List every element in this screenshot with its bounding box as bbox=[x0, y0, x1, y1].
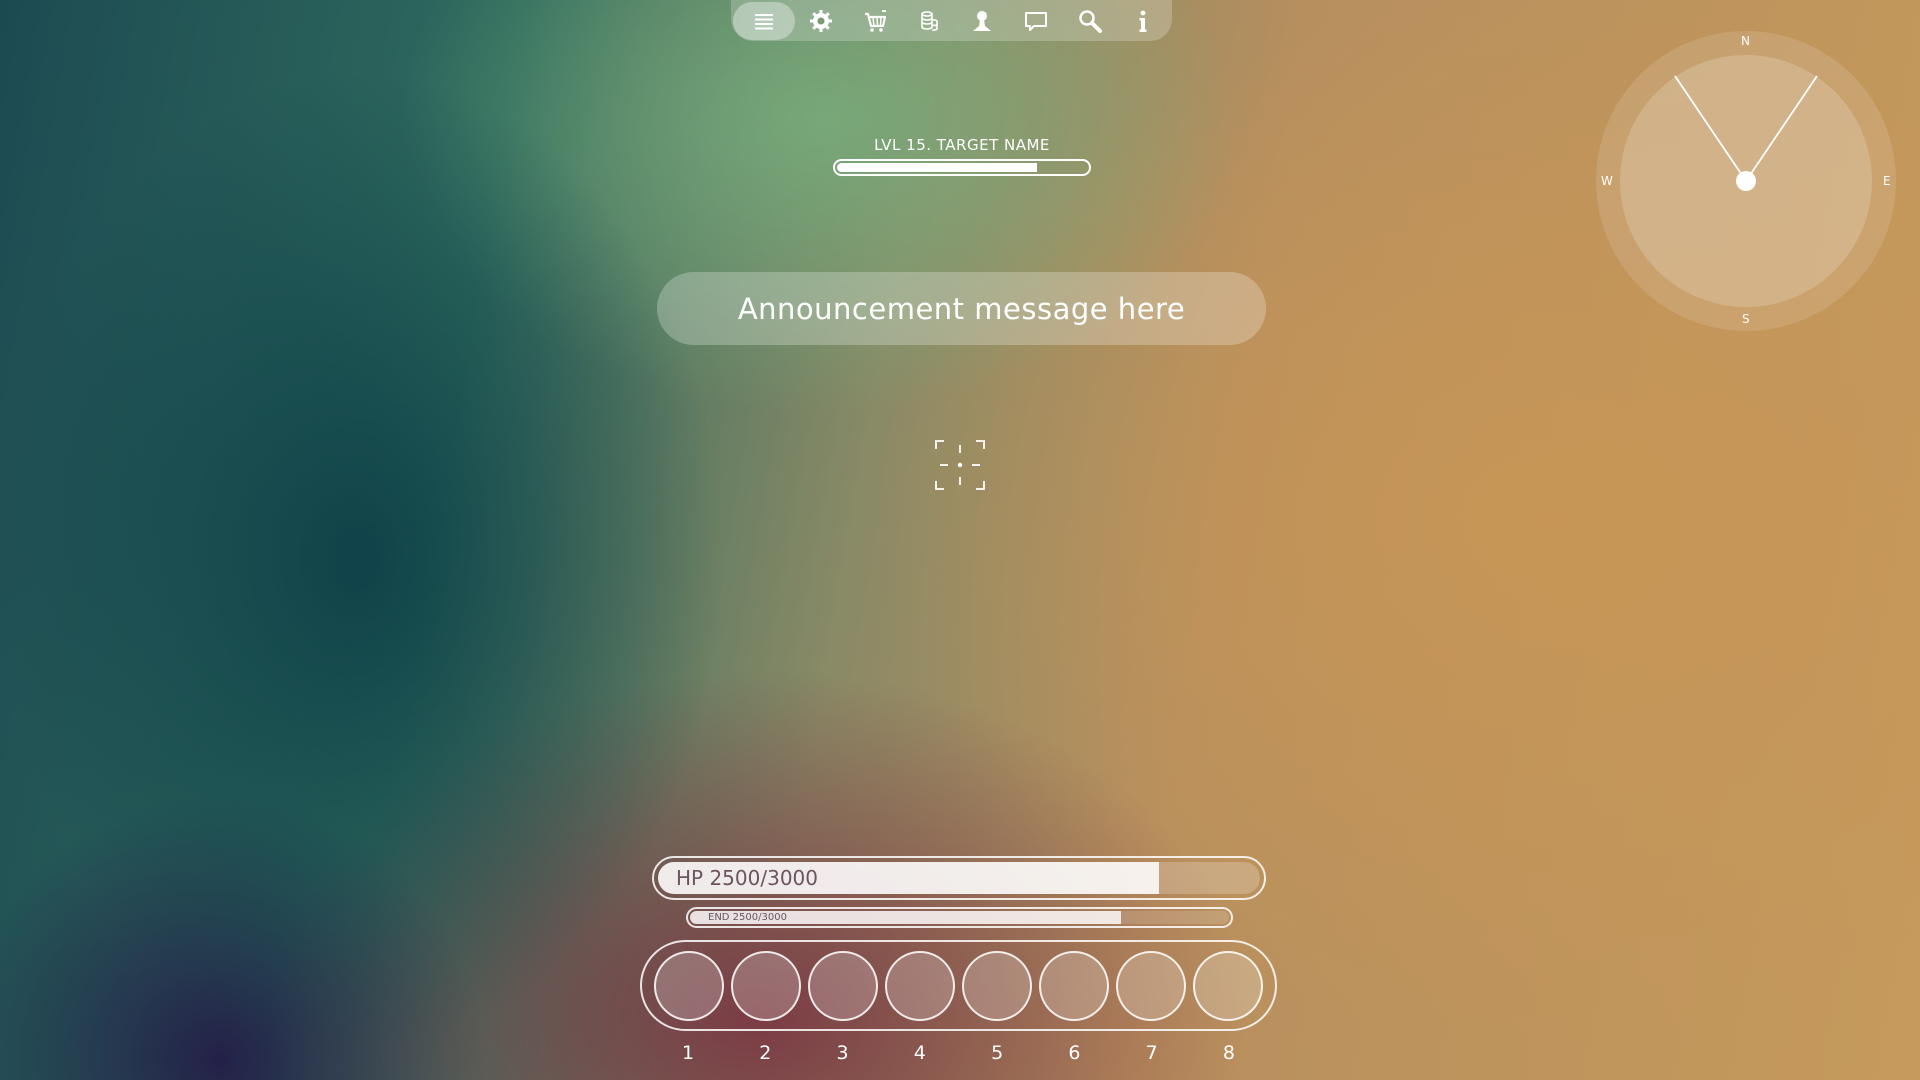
endurance-track: END 2500/3000 bbox=[690, 911, 1229, 924]
hotbar-slot-2[interactable] bbox=[731, 950, 801, 1021]
hp-label: HP 2500/3000 bbox=[676, 866, 818, 890]
game-scene: LVL 15. TARGET NAME Announcement message… bbox=[0, 0, 1920, 1080]
hotbar-key-label: 4 bbox=[913, 1042, 926, 1064]
hotbar-slot-3[interactable] bbox=[808, 950, 878, 1021]
gear-icon bbox=[810, 9, 833, 32]
hotbar-slot-4[interactable] bbox=[885, 950, 955, 1021]
cart-icon bbox=[865, 9, 887, 32]
hotbar-slot-8[interactable] bbox=[1193, 950, 1263, 1021]
announcement-banner: Announcement message here bbox=[657, 272, 1266, 345]
search-icon bbox=[1078, 9, 1102, 33]
coins-icon bbox=[920, 10, 938, 31]
search-button[interactable] bbox=[1063, 2, 1117, 40]
hotbar-key-label: 6 bbox=[1068, 1042, 1081, 1064]
hotbar-slot-1[interactable] bbox=[654, 950, 724, 1021]
target-health-fill bbox=[837, 163, 1037, 172]
target-name: LVL 15. TARGET NAME bbox=[874, 136, 1050, 154]
hotbar-key-label: 5 bbox=[991, 1042, 1004, 1064]
hotbar-key-label: 8 bbox=[1222, 1042, 1236, 1064]
target-health-bar bbox=[833, 159, 1091, 176]
hotbar-key-label: 7 bbox=[1145, 1042, 1158, 1064]
endurance-label: END 2500/3000 bbox=[708, 912, 787, 923]
compass-east-label: E bbox=[1883, 174, 1891, 188]
hotbar-key-label: 2 bbox=[759, 1042, 772, 1064]
hotbar-slot-7[interactable] bbox=[1116, 950, 1186, 1021]
hotbar bbox=[640, 940, 1277, 1031]
compass-north-label: N bbox=[1741, 34, 1750, 48]
info-button[interactable] bbox=[1116, 2, 1170, 40]
info-icon bbox=[1139, 10, 1147, 32]
menu-button[interactable] bbox=[733, 1, 795, 40]
target-panel: LVL 15. TARGET NAME bbox=[830, 136, 1094, 176]
user-icon bbox=[973, 10, 992, 31]
announcement-text: Announcement message here bbox=[737, 291, 1186, 326]
hotbar-key-label: 3 bbox=[836, 1042, 849, 1064]
endurance-bar: END 2500/3000 bbox=[686, 907, 1233, 928]
chat-button[interactable] bbox=[1009, 2, 1063, 40]
compass: N S E W bbox=[1595, 30, 1897, 332]
top-menu-bar bbox=[731, 0, 1172, 41]
hotbar-key-label: 1 bbox=[681, 1042, 695, 1064]
compass-south-label: S bbox=[1742, 312, 1750, 326]
chat-icon bbox=[1024, 11, 1047, 31]
hotbar-key-labels: 1 2 3 4 5 6 7 8 bbox=[653, 1042, 1264, 1064]
hp-track: HP 2500/3000 bbox=[658, 862, 1260, 894]
hotbar-slot-5[interactable] bbox=[962, 950, 1032, 1021]
compass-dial bbox=[1596, 31, 1896, 331]
settings-button[interactable] bbox=[795, 2, 849, 40]
shop-button[interactable] bbox=[848, 2, 902, 40]
compass-west-label: W bbox=[1601, 174, 1613, 188]
hp-bar: HP 2500/3000 bbox=[652, 856, 1266, 900]
crosshair-icon bbox=[935, 440, 985, 490]
menu-icon bbox=[754, 13, 773, 29]
currency-button[interactable] bbox=[902, 2, 956, 40]
profile-button[interactable] bbox=[955, 2, 1009, 40]
hotbar-slot-6[interactable] bbox=[1039, 950, 1109, 1021]
